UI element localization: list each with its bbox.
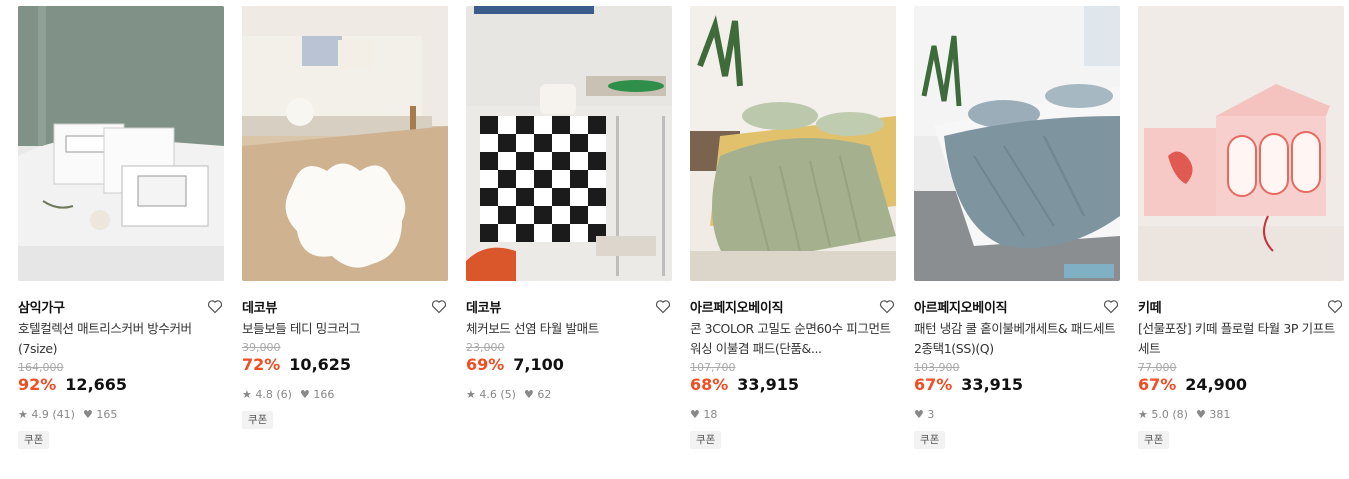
- heart-filled-icon: ♥: [299, 387, 310, 401]
- heart-filled-icon: ♥: [914, 407, 924, 421]
- original-price: 107,700: [690, 361, 736, 374]
- wishlist-heart-icon[interactable]: [430, 297, 448, 315]
- rating-text: 4.8 (6): [255, 387, 292, 401]
- product-photo-green-blanket: [690, 6, 896, 281]
- product-title[interactable]: [선물포장] 키떼 플로럴 타월 3P 기프트 세트: [1138, 319, 1344, 359]
- rating-text: 4.9 (41): [31, 407, 75, 421]
- sale-price: 33,915: [737, 375, 800, 394]
- rating-text: 4.6 (5): [479, 387, 516, 401]
- original-price: 103,900: [914, 361, 960, 374]
- coupon-badge: 쿠폰: [1138, 431, 1170, 449]
- product-image[interactable]: [690, 6, 896, 281]
- coupon-badge: 쿠폰: [690, 431, 722, 449]
- product-image[interactable]: [466, 6, 672, 281]
- product-card[interactable]: 삼익가구 호텔컬렉션 매트리스커버 방수커버 (7size) 164,000 9…: [18, 6, 224, 449]
- star-icon: ★: [242, 387, 252, 401]
- brand-name[interactable]: 삼익가구: [18, 297, 65, 316]
- heart-filled-icon: ♥: [1195, 407, 1206, 421]
- brand-name[interactable]: 아르페지오베이직: [914, 297, 1008, 316]
- product-title[interactable]: 콘 3COLOR 고밀도 순면60수 피그먼트워싱 이불겸 패드(단품&...: [690, 319, 896, 359]
- wishlist-heart-icon[interactable]: [654, 297, 672, 315]
- discount-rate: 67%: [914, 375, 953, 394]
- original-price: 77,000: [1138, 361, 1177, 374]
- coupon-badge: 쿠폰: [242, 411, 274, 429]
- product-image[interactable]: [18, 6, 224, 281]
- likes-count: 18: [703, 407, 718, 421]
- heart-filled-icon: ♥: [523, 387, 534, 401]
- heart-filled-icon: ♥: [690, 407, 700, 421]
- product-image[interactable]: [242, 6, 448, 281]
- sale-price: 12,665: [65, 375, 128, 394]
- star-icon: ★: [466, 387, 476, 401]
- wishlist-heart-icon[interactable]: [1102, 297, 1120, 315]
- product-image[interactable]: [914, 6, 1120, 281]
- product-photo-towel-gift: [1138, 6, 1344, 281]
- wishlist-heart-icon[interactable]: [1326, 297, 1344, 315]
- product-title[interactable]: 체커보드 선염 타월 발매트: [466, 319, 672, 339]
- product-title[interactable]: 패턴 냉감 쿨 홑이불베개세트& 패드세트 2종택1(SS)(Q): [914, 319, 1120, 359]
- product-card[interactable]: 키떼 [선물포장] 키떼 플로럴 타월 3P 기프트 세트 77,000 67%…: [1138, 6, 1344, 449]
- product-photo-checker-mat: [466, 6, 672, 281]
- brand-name[interactable]: 아르페지오베이직: [690, 297, 784, 316]
- brand-name[interactable]: 데코뷰: [242, 297, 277, 316]
- product-card[interactable]: 아르페지오베이직 콘 3COLOR 고밀도 순면60수 피그먼트워싱 이불겸 패…: [690, 6, 896, 449]
- star-icon: ★: [1138, 407, 1148, 421]
- rating-text: 5.0 (8): [1151, 407, 1188, 421]
- product-image[interactable]: [1138, 6, 1344, 281]
- discount-rate: 69%: [466, 355, 505, 374]
- wishlist-heart-icon[interactable]: [206, 297, 224, 315]
- discount-rate: 68%: [690, 375, 729, 394]
- product-photo-hotel-cover: [18, 6, 224, 281]
- discount-rate: 72%: [242, 355, 281, 374]
- coupon-badge: 쿠폰: [914, 431, 946, 449]
- wishlist-heart-icon[interactable]: [878, 297, 896, 315]
- product-photo-cool-bedding: [914, 6, 1120, 281]
- discount-rate: 67%: [1138, 375, 1177, 394]
- brand-name[interactable]: 데코뷰: [466, 297, 501, 316]
- coupon-badge: 쿠폰: [18, 431, 50, 449]
- original-price: 23,000: [466, 341, 505, 354]
- product-grid: 삼익가구 호텔컬렉션 매트리스커버 방수커버 (7size) 164,000 9…: [0, 0, 1349, 479]
- product-title[interactable]: 보들보들 테디 밍크러그: [242, 319, 448, 339]
- likes-count: 3: [927, 407, 935, 421]
- likes-count: 166: [313, 387, 335, 401]
- heart-filled-icon: ♥: [82, 407, 93, 421]
- likes-count: 381: [1209, 407, 1231, 421]
- product-title[interactable]: 호텔컬렉션 매트리스커버 방수커버 (7size): [18, 319, 224, 359]
- original-price: 39,000: [242, 341, 281, 354]
- product-photo-teddy-rug: [242, 6, 448, 281]
- likes-count: 165: [96, 407, 118, 421]
- star-icon: ★: [18, 407, 28, 421]
- likes-count: 62: [537, 387, 552, 401]
- sale-price: 10,625: [289, 355, 352, 374]
- product-card[interactable]: 아르페지오베이직 패턴 냉감 쿨 홑이불베개세트& 패드세트 2종택1(SS)(…: [914, 6, 1120, 449]
- sale-price: 33,915: [961, 375, 1024, 394]
- original-price: 164,000: [18, 361, 64, 374]
- discount-rate: 92%: [18, 375, 57, 394]
- product-card[interactable]: 데코뷰 보들보들 테디 밍크러그 39,000 72% 10,625 ★ 4.8…: [242, 6, 448, 429]
- product-card[interactable]: 데코뷰 체커보드 선염 타월 발매트 23,000 69% 7,100 ★ 4.…: [466, 6, 672, 402]
- sale-price: 7,100: [513, 355, 564, 374]
- sale-price: 24,900: [1185, 375, 1248, 394]
- brand-name[interactable]: 키떼: [1138, 297, 1162, 316]
